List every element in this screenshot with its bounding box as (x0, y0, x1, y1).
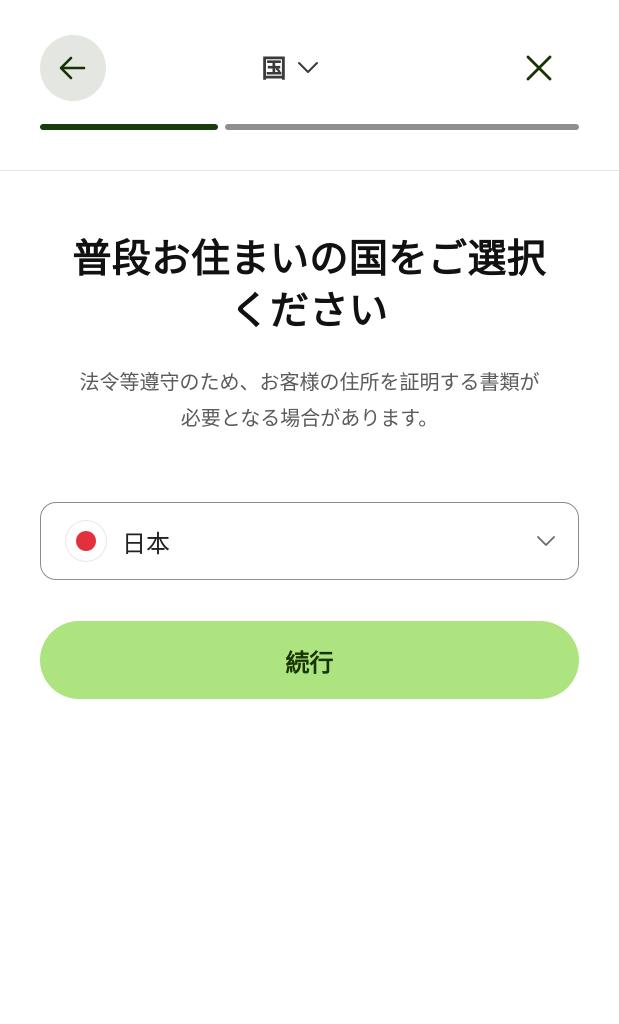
close-button[interactable] (514, 46, 564, 90)
step-menu[interactable]: 国 (240, 48, 340, 88)
subtitle-line-1: 法令等遵守のため、お客様の住所を証明する書類が (79, 370, 540, 394)
page-title: 普段お住まいの国をご選択 ください (40, 234, 579, 338)
japan-flag-icon (66, 521, 106, 561)
back-button[interactable] (40, 35, 106, 101)
continue-button[interactable]: 続行 (40, 621, 579, 699)
close-icon (526, 55, 552, 81)
title-line-1: 普段お住まいの国をご選択 (72, 237, 547, 282)
title-line-2: ください (230, 289, 389, 334)
country-select-value: 日本 (122, 529, 170, 558)
subtitle-line-2: 必要となる場合があります。 (180, 406, 439, 430)
page-subtitle: 法令等遵守のため、お客様の住所を証明する書類が 必要となる場合があります。 (30, 364, 589, 436)
continue-button-label: 続行 (285, 648, 334, 677)
chevron-down-icon (297, 62, 318, 73)
country-select[interactable]: 日本 (40, 502, 579, 580)
chevron-down-icon (537, 536, 555, 546)
progress-bar (40, 124, 579, 130)
arrow-left-icon (59, 56, 86, 80)
page: 国 普段お住まいの国をご選択 ください 法令等遵守のため、お客様の住所を証明する… (0, 0, 619, 1024)
progress-segment-remaining (224, 124, 579, 130)
flag-red-circle (76, 531, 96, 551)
progress-segment-complete (40, 124, 218, 130)
header-divider (0, 170, 619, 171)
step-label: 国 (261, 53, 287, 83)
